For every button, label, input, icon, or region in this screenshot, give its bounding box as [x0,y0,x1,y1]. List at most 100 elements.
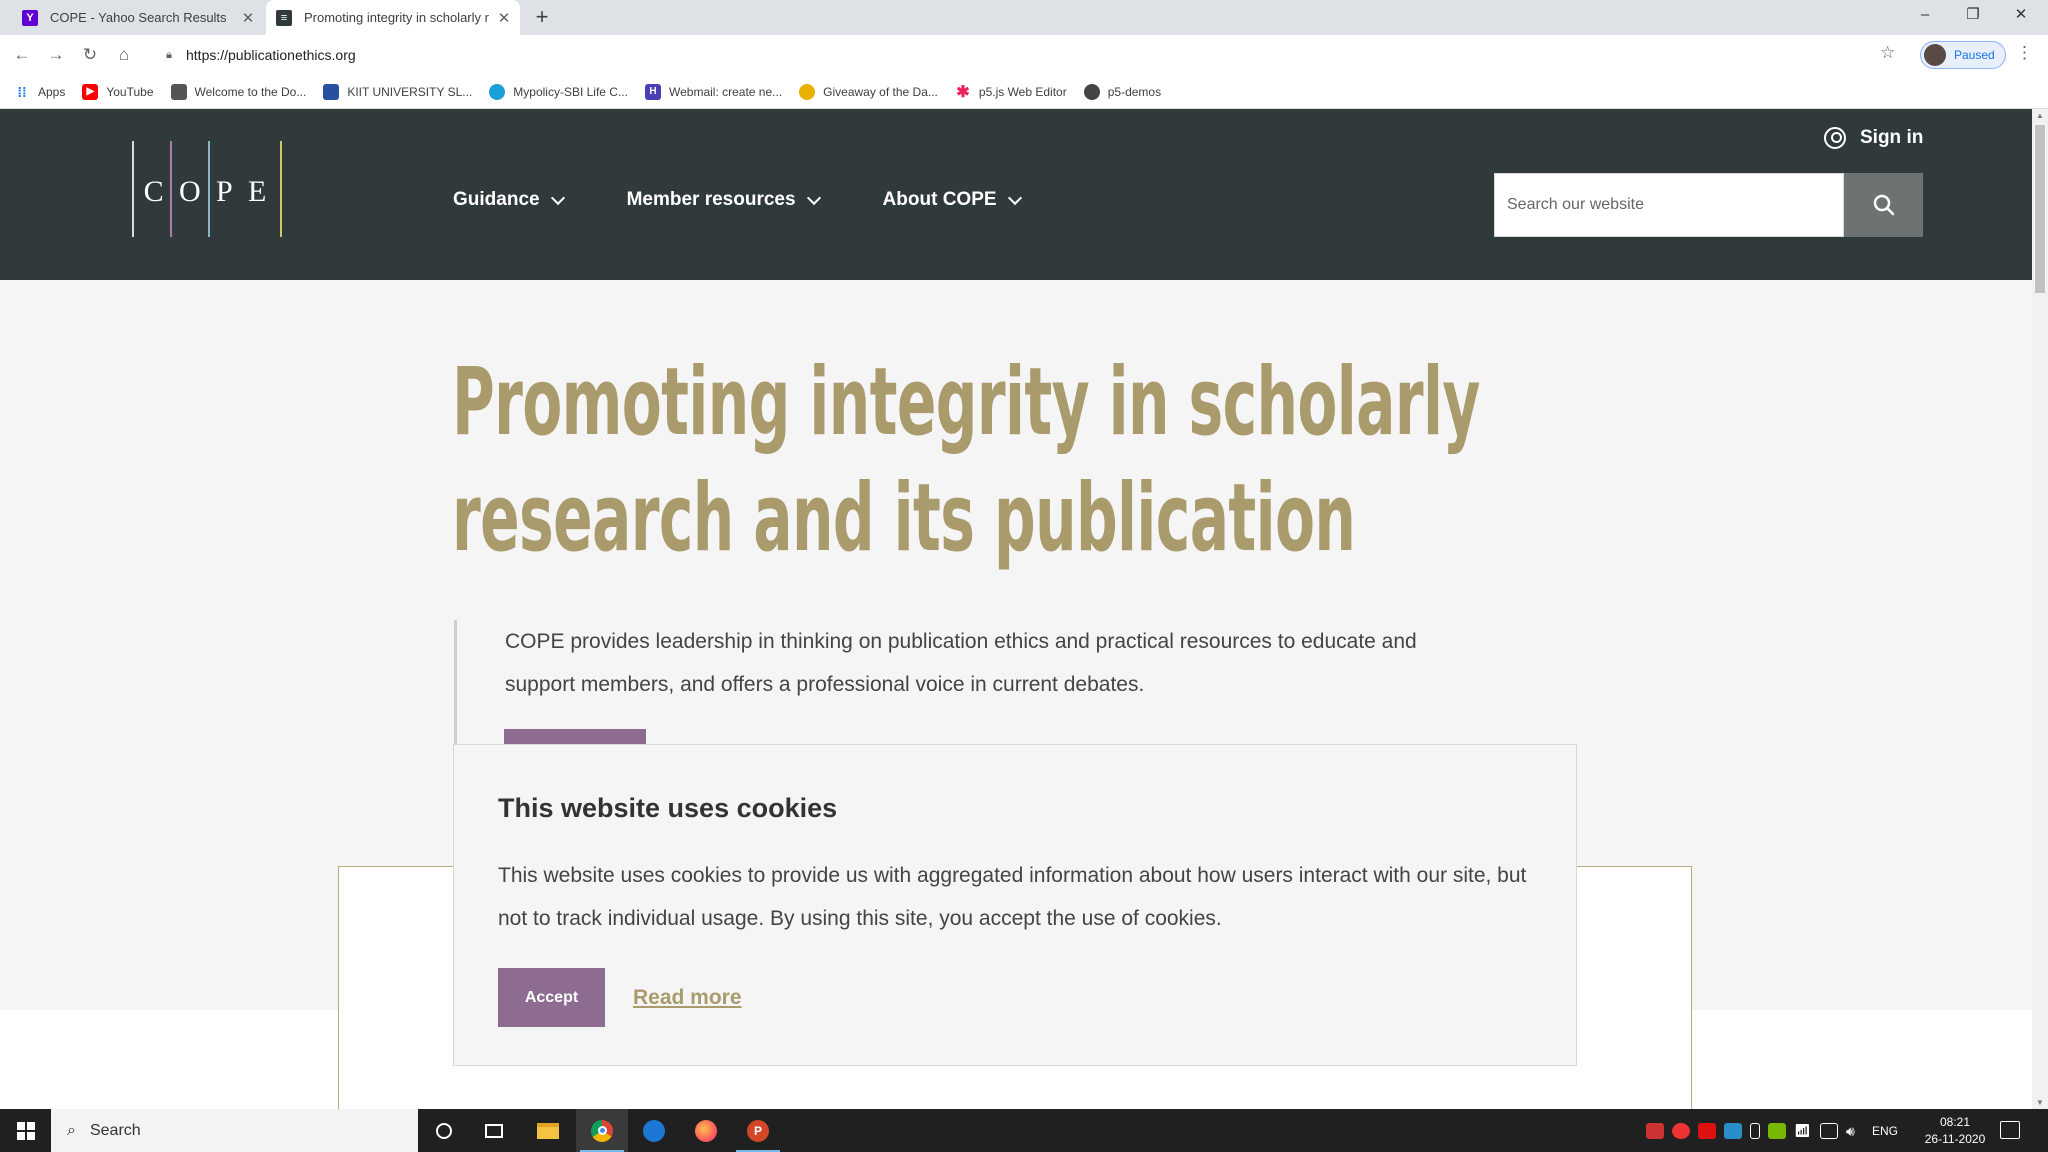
logo-letter: O [178,175,205,208]
browser-tab-cope[interactable]: ≡ Promoting integrity in scholarly r ✕ [266,0,520,35]
firefox-icon[interactable] [680,1109,732,1152]
nav-label: Guidance [453,189,540,210]
bookmark-label: Giveaway of the Da... [823,84,938,99]
taskbar-search-label: Search [89,1121,141,1139]
windows-icon [16,1121,35,1140]
bookmark-apps[interactable]: ⁞⁞ Apps [14,84,65,100]
chevron-down-icon [1007,190,1022,205]
content-band [0,1010,338,1109]
scroll-down-icon[interactable]: ▼ [2032,1098,2048,1107]
nav-guidance[interactable]: Guidance [453,189,565,211]
kiit-icon [323,83,340,100]
home-icon[interactable]: ⌂ [112,43,136,67]
chevron-down-icon [806,190,821,205]
volume-icon[interactable]: 🔊︎ [1846,1123,1864,1139]
clock-time: 08:21 [1939,1115,1971,1129]
logo-letter: P [215,175,237,208]
accept-button[interactable]: Accept [498,968,605,1027]
network-icon[interactable]: 📶︎ [1794,1123,1812,1139]
minimize-icon[interactable]: – [1902,0,1948,30]
bookmark-youtube[interactable]: ▶ YouTube [82,83,154,100]
cope-logo[interactable]: C O P E [132,141,282,237]
language-indicator[interactable]: ENG [1872,1124,1898,1138]
avatar [1924,44,1946,66]
search-icon: ⌕ [67,1121,76,1139]
bookmark-label: Welcome to the Do... [194,84,307,99]
content-band [1692,1010,2032,1109]
bookmark-kiit[interactable]: KIIT UNIVERSITY SL... [323,83,473,100]
sign-in-link[interactable]: Sign in [1824,127,1923,149]
taskbar: ⌕ Search P 📶︎ 🔊︎ ENG 08:21 26-11-2020 [0,1109,2048,1152]
chevron-down-icon [550,190,565,205]
battery-icon[interactable] [1750,1122,1760,1139]
giveaway-icon [799,83,816,100]
address-bar[interactable]: 🔒︎ https://publicationethics.org [152,39,1896,71]
task-view-icon[interactable] [468,1109,520,1152]
p5-star-icon: ✱ [956,83,970,101]
scrollbar-thumb[interactable] [2035,125,2045,293]
bookmark-p5-demos[interactable]: p5-demos [1083,83,1161,100]
menu-icon[interactable]: ⋮ [2016,43,2033,63]
browser-tab-yahoo[interactable]: Y COPE - Yahoo Search Results ✕ [12,0,264,35]
cookie-banner: This website uses cookies This website u… [453,744,1577,1066]
page-title-line: Promoting integrity in scholarly [452,348,1480,457]
powerpoint-icon[interactable]: P [732,1109,784,1152]
nav-member-resources[interactable]: Member resources [626,189,821,211]
bookmark-label: Apps [38,84,66,99]
bookmarks-bar: ⁞⁞ Apps ▶ YouTube Welcome to the Do... K… [0,75,2048,109]
tray-app-icon[interactable] [1646,1122,1664,1139]
youtube-icon: ▶ [82,83,99,100]
bookmark-webmail[interactable]: H Webmail: create ne... [644,83,782,100]
display-icon[interactable] [1820,1122,1838,1139]
clock[interactable]: 08:21 26-11-2020 [1920,1114,1990,1148]
taskbar-search[interactable]: ⌕ Search [51,1109,418,1152]
search-input[interactable] [1494,173,1844,237]
close-tab-icon[interactable]: ✕ [496,9,512,27]
file-explorer-icon[interactable] [522,1109,574,1152]
nav-label: Member resources [626,189,796,210]
cookie-body: This website uses cookies to provide us … [498,864,1527,930]
bookmark-p5js[interactable]: ✱ p5.js Web Editor [955,83,1067,101]
intro-text: COPE provides leadership in thinking on … [505,630,1417,696]
nvidia-icon[interactable] [1768,1122,1786,1139]
restore-icon[interactable]: ❐ [1950,0,1996,30]
tray-app-icon[interactable] [1672,1122,1690,1139]
apps-grid-icon: ⁞⁞ [17,83,27,100]
tab-title: Promoting integrity in scholarly r [304,10,489,25]
bookmark-label: KIIT UNIVERSITY SL... [347,84,473,99]
new-tab-button[interactable]: + [530,5,554,29]
profile-button[interactable]: Paused [1920,41,2006,69]
nav-about-cope[interactable]: About COPE [883,189,1022,211]
back-icon[interactable]: ← [10,43,34,67]
system-tray: 📶︎ 🔊︎ ENG [1646,1109,1898,1152]
cortana-icon[interactable] [418,1109,470,1152]
page-scrollbar[interactable]: ▲ ▼ [2032,109,2048,1109]
close-tab-icon[interactable]: ✕ [240,9,256,27]
main-nav: Guidance Member resources About COPE [453,189,1084,211]
notifications-icon[interactable] [2000,1121,2020,1139]
bookmark-welcome[interactable]: Welcome to the Do... [170,83,307,100]
cookie-heading: This website uses cookies [498,793,838,823]
reload-icon[interactable]: ↻ [78,43,102,67]
bookmark-giveaway[interactable]: Giveaway of the Da... [799,83,938,100]
cope-icon: ≡ [276,9,292,26]
sbi-icon [489,83,506,100]
search-button[interactable] [1844,173,1923,237]
forward-icon[interactable]: → [44,43,68,67]
intro-button[interactable] [504,729,646,745]
bookmark-star-icon[interactable]: ☆ [1880,43,1895,63]
start-button[interactable] [0,1109,51,1152]
tray-app-icon[interactable] [1724,1122,1742,1139]
bookmark-sbi[interactable]: Mypolicy-SBI Life C... [489,83,628,100]
url-text: https://publicationethics.org [186,47,356,63]
tray-app-icon[interactable] [1698,1122,1716,1139]
logo-letter: E [247,175,271,208]
scroll-up-icon[interactable]: ▲ [2032,111,2048,120]
close-window-icon[interactable]: ✕ [1998,0,2044,30]
chrome-icon[interactable] [576,1109,628,1152]
webmail-icon: H [644,83,661,100]
bookmark-label: YouTube [106,84,154,99]
read-more-link[interactable]: Read more [633,986,742,1010]
logo-letter: C [143,175,168,208]
mail-icon[interactable] [628,1109,680,1152]
